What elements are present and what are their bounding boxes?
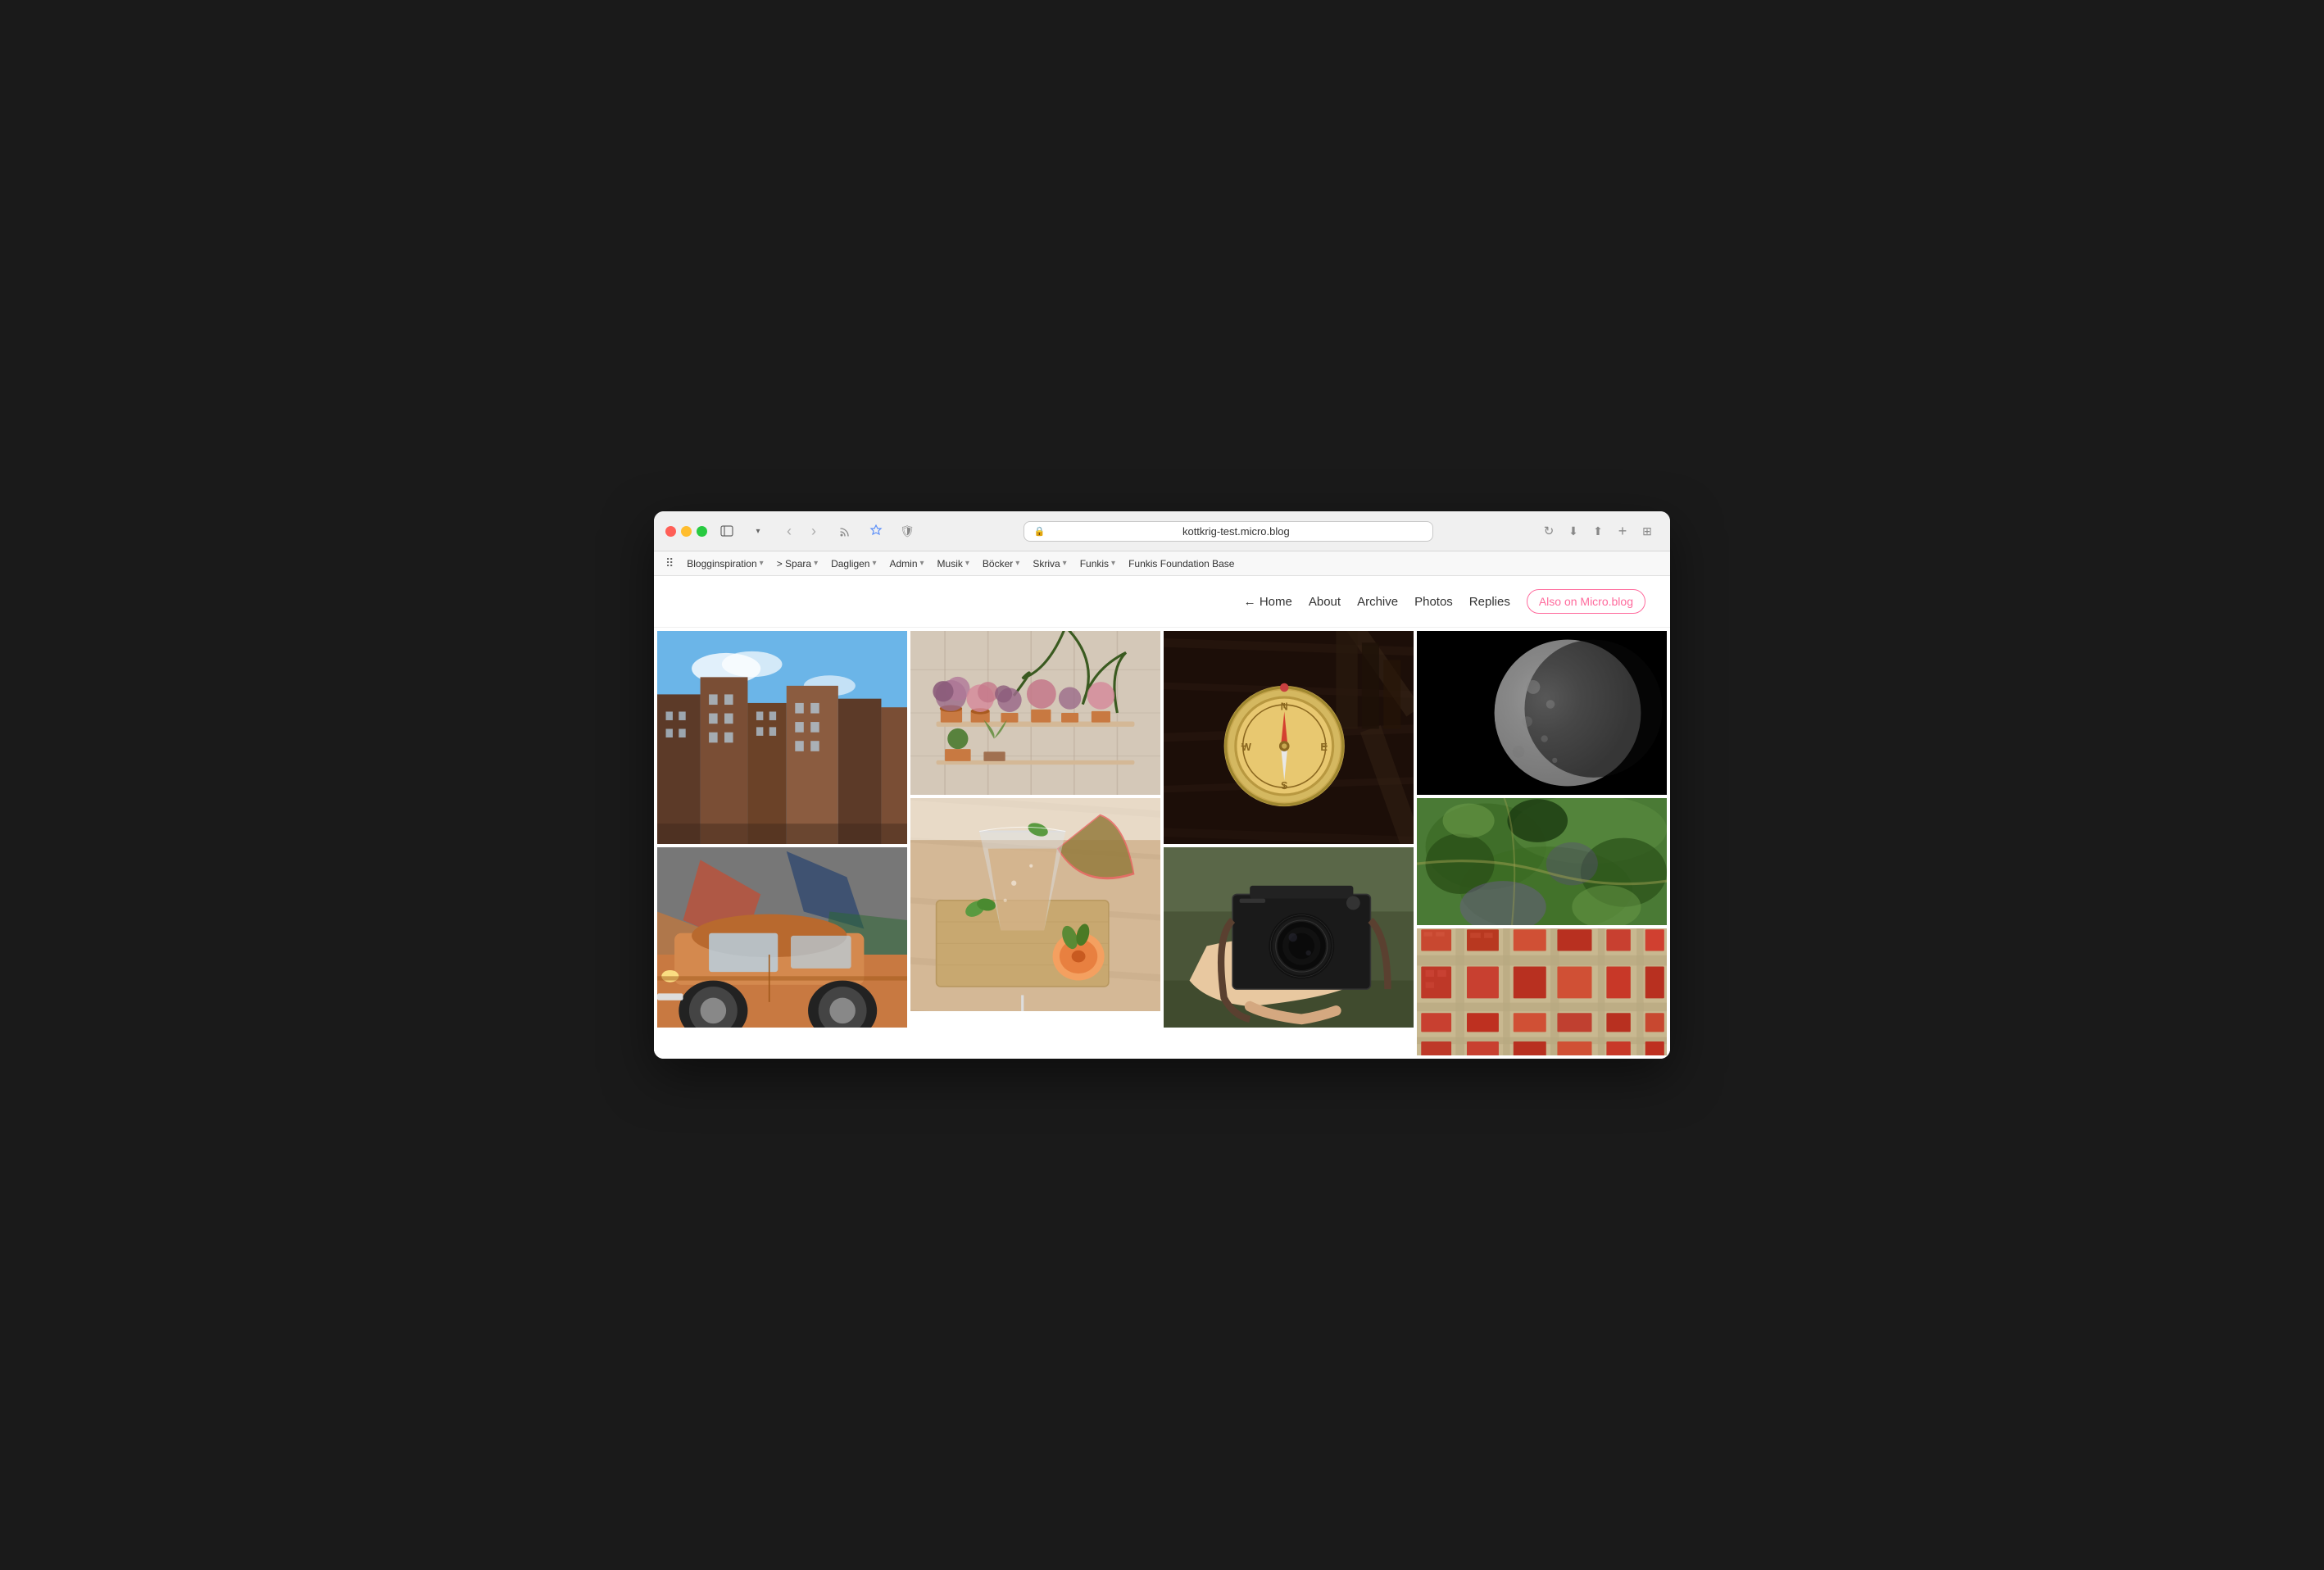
photo-column-1 [657,631,907,1055]
chevron-down-icon: ▾ [965,559,969,568]
photo-column-4 [1417,631,1667,1055]
reload-button[interactable]: ↻ [1537,520,1560,542]
archive-link[interactable]: Archive [1357,595,1398,609]
extensions-button[interactable] [865,520,887,542]
replies-link[interactable]: Replies [1469,595,1510,609]
tab-grid-button[interactable]: ⊞ [1636,520,1659,542]
photo-moon[interactable] [1417,631,1667,795]
browser-window: ▾ ‹ › 🛡 🔒 ↻ ⬇ ⬆ + ⊞ [654,511,1670,1059]
new-tab-button[interactable]: + [1611,520,1634,542]
chevron-down-icon: ▾ [760,559,764,568]
chevron-down-icon: ▾ [814,559,818,568]
photo-grid: N S W E [654,628,1670,1059]
maximize-button[interactable] [697,526,707,537]
photos-link[interactable]: Photos [1414,595,1453,609]
shield-icon[interactable]: 🛡 [896,520,919,542]
page-content: ← Home About Archive Photos Replies Also… [654,576,1670,1059]
photo-aerial-red[interactable] [1417,928,1667,1055]
svg-text:E: E [1320,742,1327,753]
photo-column-2 [910,631,1160,1055]
download-button[interactable]: ⬇ [1562,520,1585,542]
bookmark-dagligen[interactable]: Dagligen ▾ [831,558,876,569]
also-on-microblog-button[interactable]: Also on Micro.blog [1527,589,1645,614]
site-navigation: ← Home About Archive Photos Replies Also… [654,576,1670,628]
photo-aerial-green[interactable] [1417,798,1667,925]
chevron-down-icon[interactable]: ▾ [747,520,769,542]
photo-compass[interactable]: N S W E [1164,631,1414,844]
chevron-down-icon: ▾ [1063,559,1067,568]
nav-arrows: ‹ › [778,520,825,542]
toolbar-right: ↻ ⬇ ⬆ + ⊞ [1537,520,1659,542]
bookmark-funkis-foundation[interactable]: Funkis Foundation Base [1128,558,1234,569]
bookmark-bocker[interactable]: Böcker ▾ [983,558,1019,569]
svg-text:W: W [1241,742,1251,753]
forward-button[interactable]: › [802,520,825,542]
bookmark-blogginspiration[interactable]: Blogginspiration ▾ [687,558,763,569]
photo-buildings[interactable] [657,631,907,844]
lock-icon: 🔒 [1034,526,1046,537]
about-link[interactable]: About [1309,595,1341,609]
bookmark-funkis[interactable]: Funkis ▾ [1080,558,1115,569]
bookmark-skriva[interactable]: Skriva ▾ [1033,558,1066,569]
bookmark-spara[interactable]: > Spara ▾ [777,558,818,569]
bookmarks-bar: ⠿ Blogginspiration ▾ > Spara ▾ Dagligen … [654,551,1670,576]
traffic-lights [665,526,707,537]
chevron-down-icon: ▾ [1015,559,1019,568]
chevron-down-icon: ▾ [920,559,924,568]
photo-greenhouse[interactable] [910,631,1160,795]
rss-button[interactable] [833,520,856,542]
close-button[interactable] [665,526,676,537]
address-bar[interactable]: 🔒 [1024,521,1433,542]
back-button[interactable]: ‹ [778,520,801,542]
minimize-button[interactable] [681,526,692,537]
bookmark-admin[interactable]: Admin ▾ [890,558,924,569]
sidebar-toggle-button[interactable] [715,520,738,542]
photo-cocktail[interactable] [910,798,1160,1011]
apps-grid-icon[interactable]: ⠿ [665,556,674,570]
home-link[interactable]: ← Home [1244,595,1292,609]
photo-camera[interactable]: PENTAX [1164,847,1414,1028]
bookmark-musik[interactable]: Musik ▾ [937,558,969,569]
chevron-down-icon: ▾ [872,559,876,568]
photo-column-3: N S W E [1164,631,1414,1055]
share-button[interactable]: ⬆ [1586,520,1609,542]
url-input[interactable] [1050,525,1422,538]
browser-toolbar: ▾ ‹ › 🛡 🔒 ↻ ⬇ ⬆ + ⊞ [654,511,1670,551]
photo-car[interactable] [657,847,907,1028]
chevron-down-icon: ▾ [1111,559,1115,568]
